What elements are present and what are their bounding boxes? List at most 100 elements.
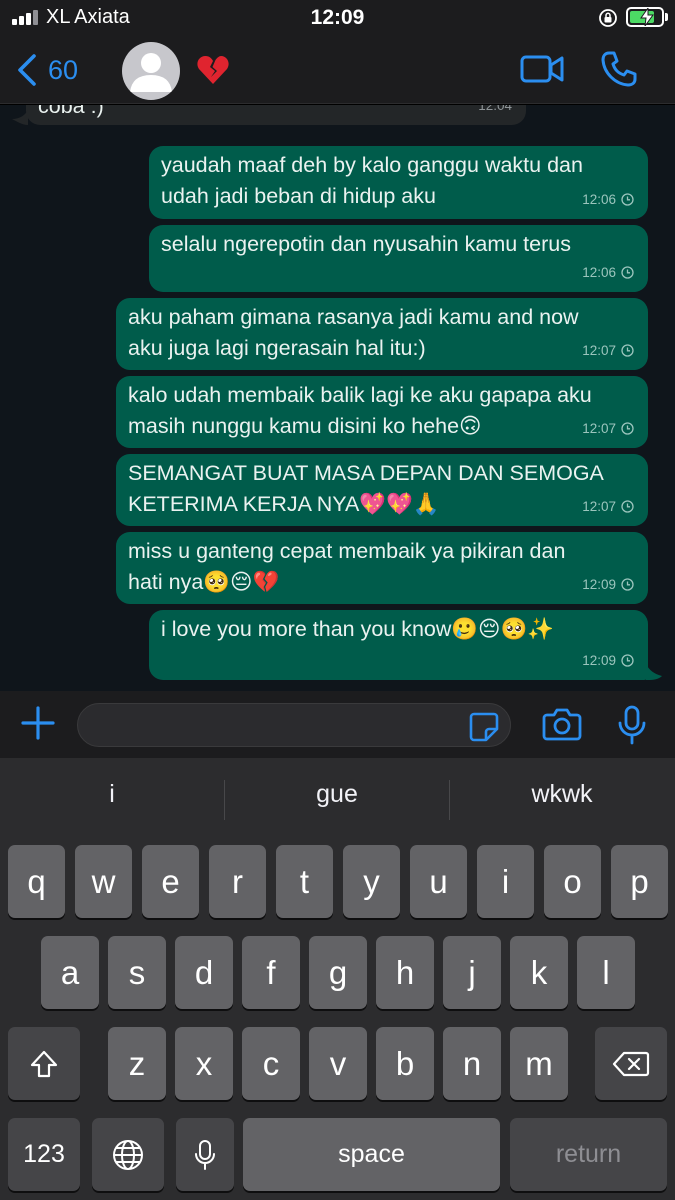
key-j[interactable]: j <box>443 936 501 1009</box>
clock-pending-icon <box>621 654 634 667</box>
key-r[interactable]: r <box>209 845 266 918</box>
message-text: kalo udah membaik balik lagi ke aku gapa… <box>128 383 592 438</box>
key-m[interactable]: m <box>510 1027 568 1100</box>
key-f[interactable]: f <box>242 936 300 1009</box>
message-bubble-outgoing[interactable]: yaudah maaf deh by kalo ganggu waktu dan… <box>149 146 648 219</box>
clock-pending-icon <box>621 193 634 206</box>
suggestion-3[interactable]: wkwk <box>450 780 674 809</box>
globe-key[interactable] <box>92 1118 164 1191</box>
message-time: 12:06 <box>582 265 616 280</box>
sticker-icon[interactable] <box>468 711 500 743</box>
suggestion-bar: i gue wkwk <box>0 758 675 842</box>
message-list[interactable]: coba :) 12:04 yaudah maaf deh by kalo ga… <box>0 105 675 691</box>
key-u[interactable]: u <box>410 845 467 918</box>
key-e[interactable]: e <box>142 845 199 918</box>
avatar[interactable] <box>122 42 180 100</box>
dictation-key[interactable] <box>176 1118 234 1191</box>
message-meta: 12:07 <box>582 491 634 522</box>
message-meta: 12:06 <box>582 184 634 215</box>
message-meta: 12:09 <box>582 569 634 600</box>
message-text: i love you more than you know🥲😔🥺✨ <box>161 617 555 641</box>
key-n[interactable]: n <box>443 1027 501 1100</box>
key-c[interactable]: c <box>242 1027 300 1100</box>
chevron-left-icon <box>18 54 36 86</box>
numbers-key[interactable]: 123 <box>8 1118 80 1191</box>
message-meta: 12:09 <box>582 645 634 676</box>
message-bubble-outgoing[interactable]: miss u ganteng cepat membaik ya pikiran … <box>116 532 648 604</box>
message-bubble-outgoing[interactable]: selalu ngerepotin dan nyusahin kamu teru… <box>149 225 648 292</box>
key-i[interactable]: i <box>477 845 534 918</box>
clock-time: 12:09 <box>310 6 365 29</box>
broken-heart-icon[interactable] <box>196 53 230 87</box>
key-l[interactable]: l <box>577 936 635 1009</box>
message-text: miss u ganteng cepat membaik ya pikiran … <box>128 539 566 594</box>
camera-icon[interactable] <box>542 707 582 741</box>
microphone-icon <box>195 1139 215 1170</box>
message-input[interactable] <box>77 703 511 747</box>
delete-key[interactable] <box>595 1027 667 1100</box>
phone-icon[interactable] <box>600 50 638 88</box>
return-key[interactable]: return <box>510 1118 667 1191</box>
microphone-icon[interactable] <box>617 705 647 745</box>
keyboard: i gue wkwk q w e r t y u i o p a s d f g… <box>0 758 675 1200</box>
unread-count: 60 <box>48 54 79 85</box>
key-b[interactable]: b <box>376 1027 434 1100</box>
clock-pending-icon <box>621 578 634 591</box>
message-meta: 12:06 <box>582 257 634 288</box>
back-button[interactable]: 60 <box>16 50 78 90</box>
message-meta: 12:04 <box>478 105 512 121</box>
shift-key[interactable] <box>8 1027 80 1100</box>
key-v[interactable]: v <box>309 1027 367 1100</box>
message-time: 12:09 <box>582 577 616 592</box>
composer-bar <box>0 691 675 758</box>
message-time: 12:07 <box>582 421 616 436</box>
message-time: 12:04 <box>478 105 512 113</box>
key-p[interactable]: p <box>611 845 668 918</box>
globe-icon <box>113 1139 143 1170</box>
message-text: SEMANGAT BUAT MASA DEPAN DAN SEMOGA KETE… <box>128 461 604 516</box>
key-s[interactable]: s <box>108 936 166 1009</box>
message-time: 12:09 <box>582 653 616 668</box>
key-y[interactable]: y <box>343 845 400 918</box>
rotation-lock-icon <box>599 9 617 27</box>
clock-pending-icon <box>621 266 634 279</box>
message-bubble-outgoing[interactable]: i love you more than you know🥲😔🥺✨ 12:09 <box>149 610 648 680</box>
space-key[interactable]: space <box>243 1118 500 1191</box>
key-q[interactable]: q <box>8 845 65 918</box>
key-z[interactable]: z <box>108 1027 166 1100</box>
message-bubble-outgoing[interactable]: kalo udah membaik balik lagi ke aku gapa… <box>116 376 648 448</box>
key-d[interactable]: d <box>175 936 233 1009</box>
key-h[interactable]: h <box>376 936 434 1009</box>
message-meta: 12:07 <box>582 335 634 366</box>
battery-icon <box>626 7 664 27</box>
message-time: 12:07 <box>582 343 616 358</box>
key-g[interactable]: g <box>309 936 367 1009</box>
status-bar: XL Axiata 12:09 <box>0 0 675 36</box>
key-a[interactable]: a <box>41 936 99 1009</box>
video-call-icon[interactable] <box>520 53 564 85</box>
clock-pending-icon <box>621 500 634 513</box>
backspace-icon <box>612 1051 650 1076</box>
chat-header: 60 <box>0 36 675 104</box>
message-meta: 12:07 <box>582 413 634 444</box>
message-text: aku paham gimana rasanya jadi kamu and n… <box>128 305 579 360</box>
message-bubble-incoming[interactable]: coba :) 12:04 <box>26 105 526 125</box>
key-t[interactable]: t <box>276 845 333 918</box>
message-text: yaudah maaf deh by kalo ganggu waktu dan… <box>161 153 583 208</box>
suggestion-1[interactable]: i <box>0 780 224 809</box>
bubble-tail <box>646 664 662 680</box>
key-x[interactable]: x <box>175 1027 233 1100</box>
message-bubble-outgoing[interactable]: SEMANGAT BUAT MASA DEPAN DAN SEMOGA KETE… <box>116 454 648 526</box>
key-w[interactable]: w <box>75 845 132 918</box>
key-o[interactable]: o <box>544 845 601 918</box>
message-text: selalu ngerepotin dan nyusahin kamu teru… <box>161 232 571 256</box>
battery-cap <box>665 13 668 21</box>
message-time: 12:06 <box>582 192 616 207</box>
message-bubble-outgoing[interactable]: aku paham gimana rasanya jadi kamu and n… <box>116 298 648 370</box>
message-time: 12:07 <box>582 499 616 514</box>
bubble-tail <box>12 109 28 125</box>
key-k[interactable]: k <box>510 936 568 1009</box>
suggestion-2[interactable]: gue <box>225 780 449 809</box>
clock-pending-icon <box>621 344 634 357</box>
plus-icon[interactable] <box>20 705 56 741</box>
